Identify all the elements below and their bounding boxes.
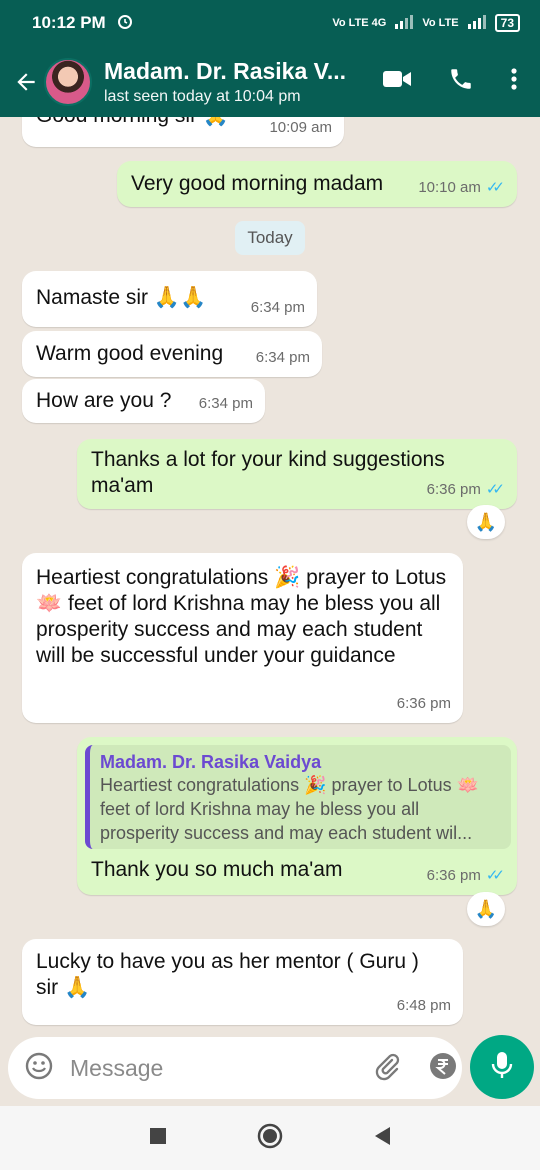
attach-icon[interactable]	[372, 1051, 402, 1086]
message-text: Thank you so much ma'am	[91, 858, 343, 881]
message-meta: 6:34 pm	[251, 295, 305, 321]
message-time-text: 6:36 pm	[396, 695, 451, 712]
status-right: Vo LTE 4G Vo LTE 73	[332, 14, 520, 32]
reaction-badge[interactable]: 🙏	[467, 892, 505, 926]
message-time-text: 6:48 pm	[396, 997, 451, 1014]
mic-button[interactable]	[470, 1035, 534, 1099]
message-time-text: 6:36 pm	[426, 867, 481, 884]
chat-header: Madam. Dr. Rasika V... last seen today a…	[0, 46, 540, 117]
read-receipt-icon: ✓✓	[485, 867, 505, 884]
recent-apps-icon[interactable]	[149, 1127, 167, 1150]
status-bar: 10:12 PM Vo LTE 4G Vo LTE 73	[0, 0, 540, 46]
signal-icon	[394, 14, 414, 32]
back-nav-icon[interactable]	[373, 1126, 391, 1151]
arrow-back-icon[interactable]	[8, 69, 44, 95]
quote-author: Madam. Dr. Rasika Vaidya	[100, 752, 322, 772]
message-input[interactable]	[70, 1054, 366, 1082]
message-outgoing[interactable]: Very good morning madam 10:10 am ✓✓	[117, 161, 517, 207]
message-meta: 6:48 pm	[397, 993, 451, 1019]
message-time-text: 6:34 pm	[198, 395, 253, 412]
message-time-text: 6:34 pm	[250, 299, 305, 316]
date-chip: Today	[235, 221, 305, 255]
message-meta: 6:34 pm	[199, 391, 253, 417]
alarm-icon	[116, 12, 134, 35]
compose-bar	[8, 1037, 511, 1099]
read-receipt-icon: ✓✓	[485, 481, 505, 498]
message-incoming[interactable]: How are you ? 6:34 pm	[22, 379, 265, 423]
message-incoming[interactable]: Good morning sir 🙏 10:09 am	[22, 117, 344, 147]
signal-icon-2	[467, 14, 487, 32]
quote-text: Heartiest congratulations 🎉 prayer to Lo…	[100, 775, 480, 843]
message-incoming[interactable]: Warm good evening 6:34 pm	[22, 331, 322, 377]
phone-icon[interactable]	[448, 66, 474, 97]
message-meta: 6:34 pm	[256, 345, 310, 371]
battery-indicator: 73	[494, 14, 520, 32]
message-meta: 6:36 pm ✓✓	[427, 863, 505, 889]
message-meta: 6:36 pm ✓✓	[427, 477, 505, 503]
message-time: 10:09 am	[269, 117, 332, 141]
mic-icon	[489, 1050, 515, 1085]
message-text: Lucky to have you as her mentor ( Guru )…	[36, 950, 419, 999]
message-time-text: 10:10 am	[418, 179, 481, 196]
quoted-message[interactable]: Madam. Dr. Rasika Vaidya Heartiest congr…	[85, 745, 511, 849]
top-bar: 10:12 PM Vo LTE 4G Vo LTE 73 Madam. Dr. …	[0, 0, 540, 117]
status-time: 10:12 PM	[32, 13, 106, 32]
video-call-icon[interactable]	[382, 68, 412, 95]
reaction-badge[interactable]: 🙏	[467, 505, 505, 539]
message-time-text: 6:34 pm	[255, 349, 310, 366]
header-actions	[382, 66, 540, 97]
system-nav-bar	[0, 1106, 540, 1170]
network-label-1: Vo LTE 4G	[332, 17, 387, 29]
message-time-text: 6:36 pm	[426, 481, 481, 498]
home-icon[interactable]	[257, 1123, 283, 1154]
message-outgoing[interactable]: Thanks a lot for your kind suggestions m…	[77, 439, 517, 509]
avatar[interactable]	[44, 57, 92, 106]
rupee-icon[interactable]	[428, 1051, 458, 1086]
message-meta: 6:36 pm	[397, 691, 451, 717]
network-label-2: Vo LTE	[422, 17, 459, 29]
message-time-text: 10:09 am	[269, 119, 332, 136]
message-incoming[interactable]: Heartiest congratulations 🎉 prayer to Lo…	[22, 553, 463, 723]
message-incoming[interactable]: Namaste sir 🙏🙏 6:34 pm	[22, 271, 317, 327]
message-meta: 10:10 am ✓✓	[418, 175, 505, 201]
chat-area[interactable]: Good morning sir 🙏 10:09 am Very good mo…	[0, 117, 540, 1035]
message-text: Heartiest congratulations 🎉 prayer to Lo…	[36, 566, 447, 667]
emoji-icon[interactable]	[24, 1051, 54, 1086]
contact-name: Madam. Dr. Rasika V...	[104, 57, 347, 84]
message-outgoing-reply[interactable]: Madam. Dr. Rasika Vaidya Heartiest congr…	[77, 737, 517, 895]
contact-info[interactable]: Madam. Dr. Rasika V... last seen today a…	[104, 58, 382, 106]
read-receipt-icon: ✓✓	[485, 179, 505, 196]
last-seen: last seen today at 10:04 pm	[104, 87, 301, 105]
more-vert-icon[interactable]	[510, 67, 518, 96]
message-incoming[interactable]: Lucky to have you as her mentor ( Guru )…	[22, 939, 463, 1025]
